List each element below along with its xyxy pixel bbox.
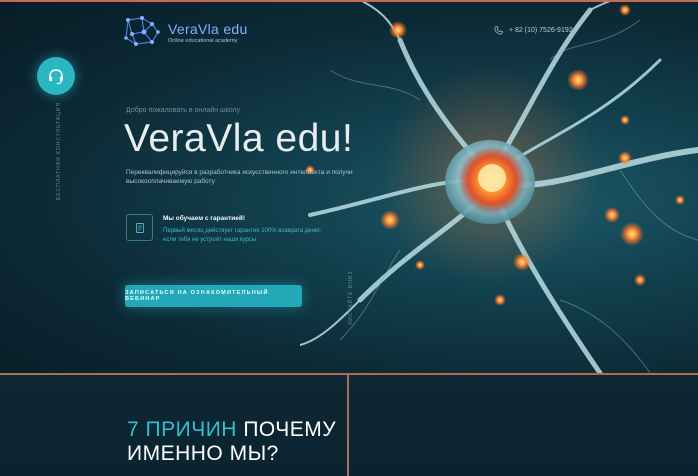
guarantee-title: Мы обучаем с гарантией!: [163, 215, 246, 222]
guarantee-text: Первый месяц действует гарантия 100% воз…: [163, 228, 322, 243]
page-title: VeraVla edu!: [124, 117, 354, 160]
phone-icon: [494, 26, 503, 35]
column-divider: [347, 375, 349, 476]
reasons-section: [0, 373, 698, 476]
vertical-scroll-text: ЛИСТАЙТЕ ВНИЗ: [348, 270, 354, 325]
logo-tagline: Online educational academy: [168, 37, 238, 44]
phone-link[interactable]: + 82 (10) 7526-9192: [494, 26, 573, 35]
neuron-illustration: [300, 0, 698, 373]
logo-icon: [124, 16, 160, 46]
reasons-line2: ИМЕННО МЫ?: [127, 441, 279, 465]
logo[interactable]: VeraVla edu Online educational academy: [122, 14, 248, 50]
section-divider: [0, 373, 698, 375]
vertical-consult-text[interactable]: БЕСПЛАТНАЯ КОНСУЛЬТАЦИЯ: [56, 102, 62, 200]
phone-number: + 82 (10) 7526-9192: [509, 27, 573, 34]
reasons-line1-rest: ПОЧЕМУ: [243, 418, 337, 441]
page: VeraVla edu Online educational academy +…: [0, 0, 698, 476]
support-button[interactable]: [37, 57, 75, 95]
logo-name: VeraVla edu: [168, 20, 248, 37]
hero-subtitle: Переквалифицируйся в разработчика искусс…: [126, 169, 353, 186]
welcome-text: Добро пожаловать в онлайн школу: [126, 107, 241, 114]
reasons-heading: 7 ПРИЧИН ПОЧЕМУ ИМЕННО МЫ?: [127, 418, 336, 465]
top-border: [0, 0, 698, 2]
headset-icon: [49, 69, 63, 85]
webinar-signup-button[interactable]: ЗАПИСАТЬСЯ НА ОЗНАКОМИТЕЛЬНЫЙ ВЕБИНАР: [125, 285, 302, 307]
guarantee-icon: [126, 214, 153, 241]
reasons-accent: 7 ПРИЧИН: [127, 418, 237, 441]
